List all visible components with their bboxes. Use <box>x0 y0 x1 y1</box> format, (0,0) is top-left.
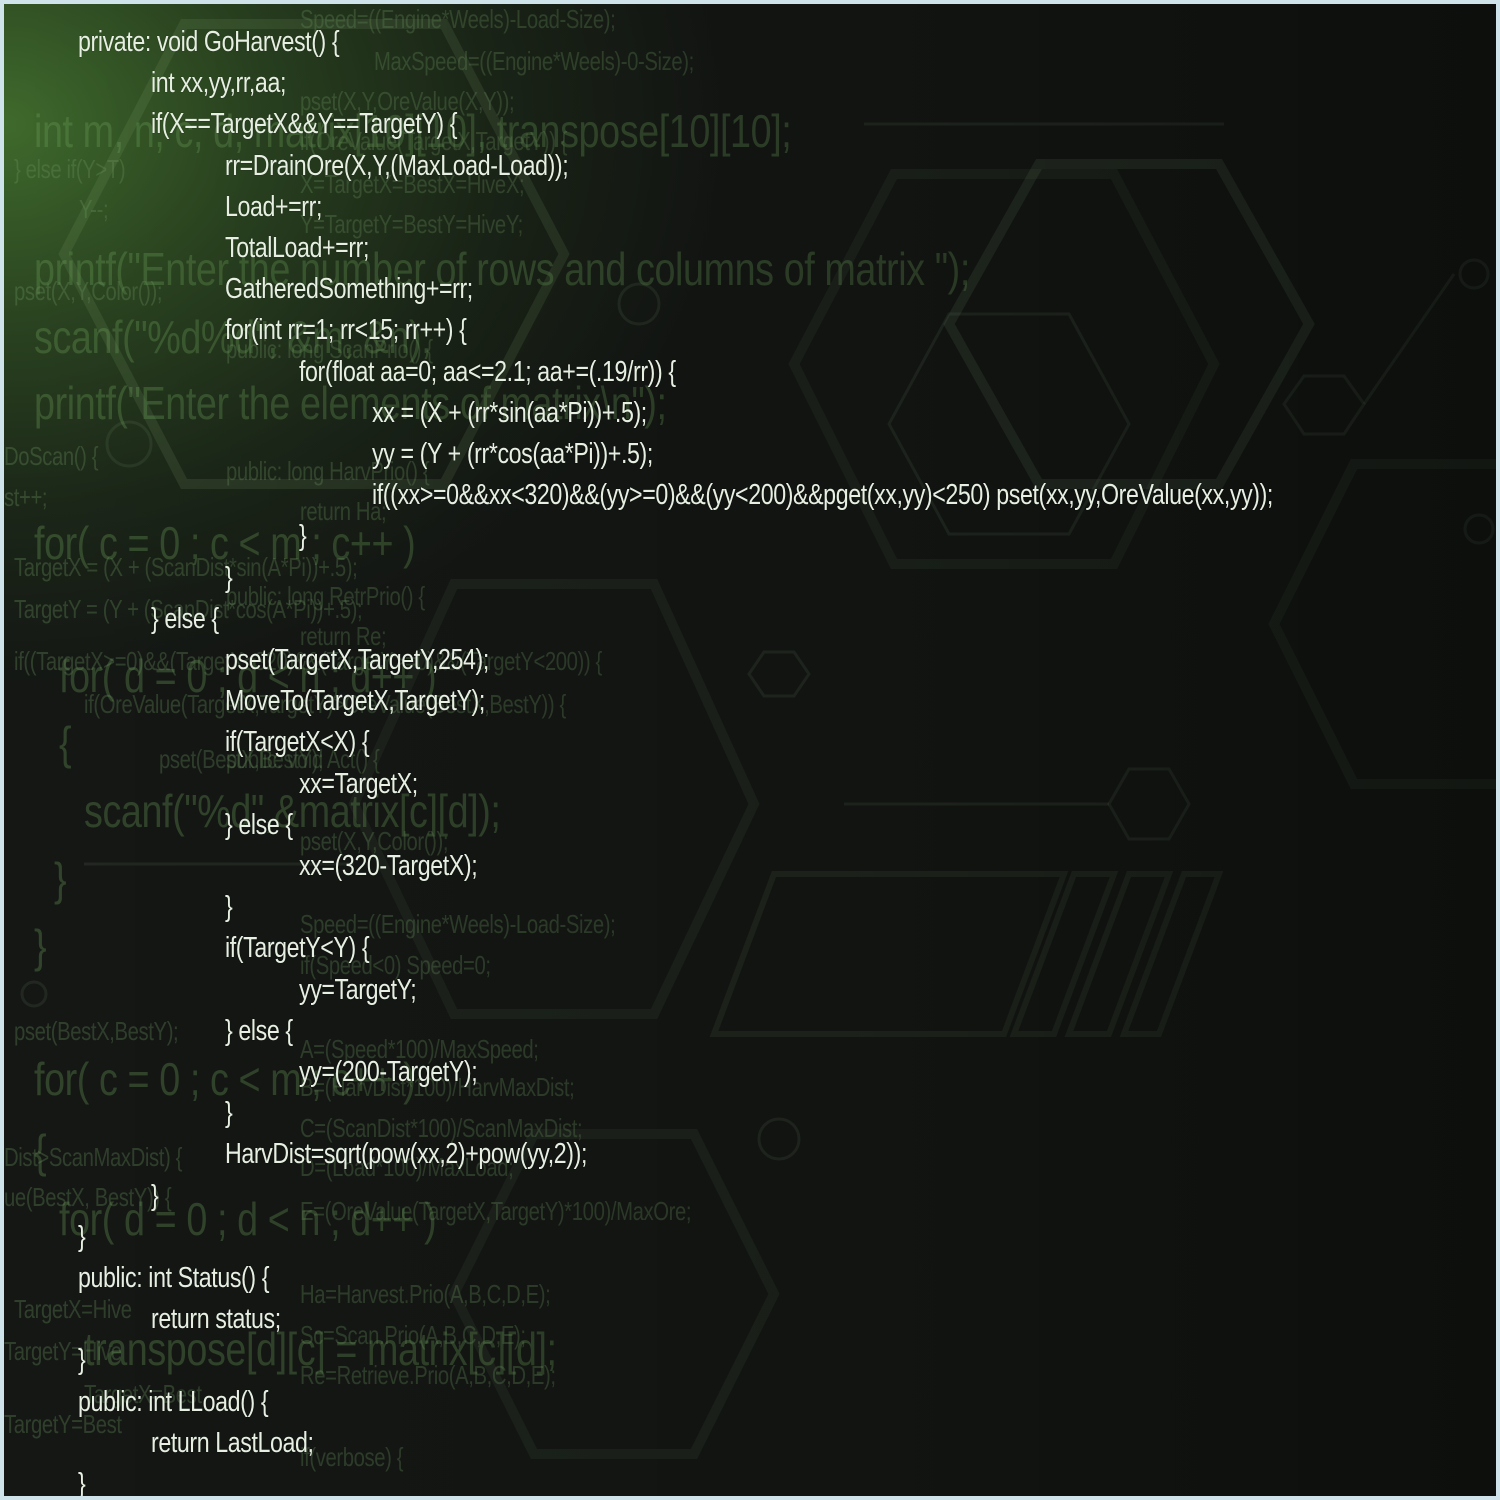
code-line: } <box>225 891 233 924</box>
code-line: if(TargetY<Y) { <box>225 932 370 965</box>
code-background-image: int m, n, c, d, matrix[10][10], transpos… <box>4 4 1496 1496</box>
code-line: } else { <box>151 602 219 635</box>
code-line: public: int LLoad() { <box>78 1385 269 1418</box>
code-line: GatheredSomething+=rr; <box>225 273 473 306</box>
code-line: } else { <box>225 1014 293 1047</box>
code-line: xx=TargetX; <box>299 767 418 800</box>
code-line: } <box>225 1097 233 1130</box>
code-line: Load+=rr; <box>225 190 323 223</box>
code-line: } <box>225 561 233 594</box>
code-line: return status; <box>151 1303 281 1336</box>
foreground-code-block: private: void GoHarvest() { int xx,yy,rr,… <box>4 4 1496 1496</box>
code-line: private: void GoHarvest() { <box>78 26 340 58</box>
code-line: public: int Status() { <box>78 1262 270 1294</box>
code-line: yy=(200-TargetY); <box>299 1056 478 1088</box>
code-line: yy=TargetY; <box>299 973 417 1006</box>
code-line: } <box>151 1179 159 1212</box>
code-line: if(TargetX<X) { <box>225 726 370 759</box>
code-line: xx=(320-TargetX); <box>299 850 478 882</box>
code-line: if((xx>=0&&xx<320)&&(yy>=0)&&(yy<200)&&p… <box>372 479 1273 512</box>
code-line: } <box>78 1468 86 1496</box>
code-line: pset(TargetX,TargetY,254); <box>225 644 489 676</box>
code-line: for(float aa=0; aa<=2.1; aa+=(.19/rr)) { <box>299 355 676 388</box>
code-line: } else { <box>225 808 293 841</box>
code-line: HarvDist=sqrt(pow(xx,2)+pow(yy,2)); <box>225 1138 588 1171</box>
code-line: } <box>78 1220 86 1253</box>
code-line: TotalLoad+=rr; <box>225 232 370 264</box>
code-line: rr=DrainOre(X,Y,(MaxLoad-Load)); <box>225 149 569 182</box>
code-line: } <box>299 520 307 553</box>
code-line: xx = (X + (rr*sin(aa*Pi))+.5); <box>372 396 647 429</box>
code-line: if(X==TargetX&&Y==TargetY) { <box>151 108 458 141</box>
code-line: MoveTo(TargetX,TargetY); <box>225 685 485 718</box>
code-line: yy = (Y + (rr*cos(aa*Pi))+.5); <box>372 438 653 470</box>
code-line: } <box>78 1344 86 1377</box>
code-line: return LastLoad; <box>151 1426 314 1459</box>
code-line: for(int rr=1; rr<15; rr++) { <box>225 314 467 347</box>
code-line: int xx,yy,rr,aa; <box>151 67 286 100</box>
